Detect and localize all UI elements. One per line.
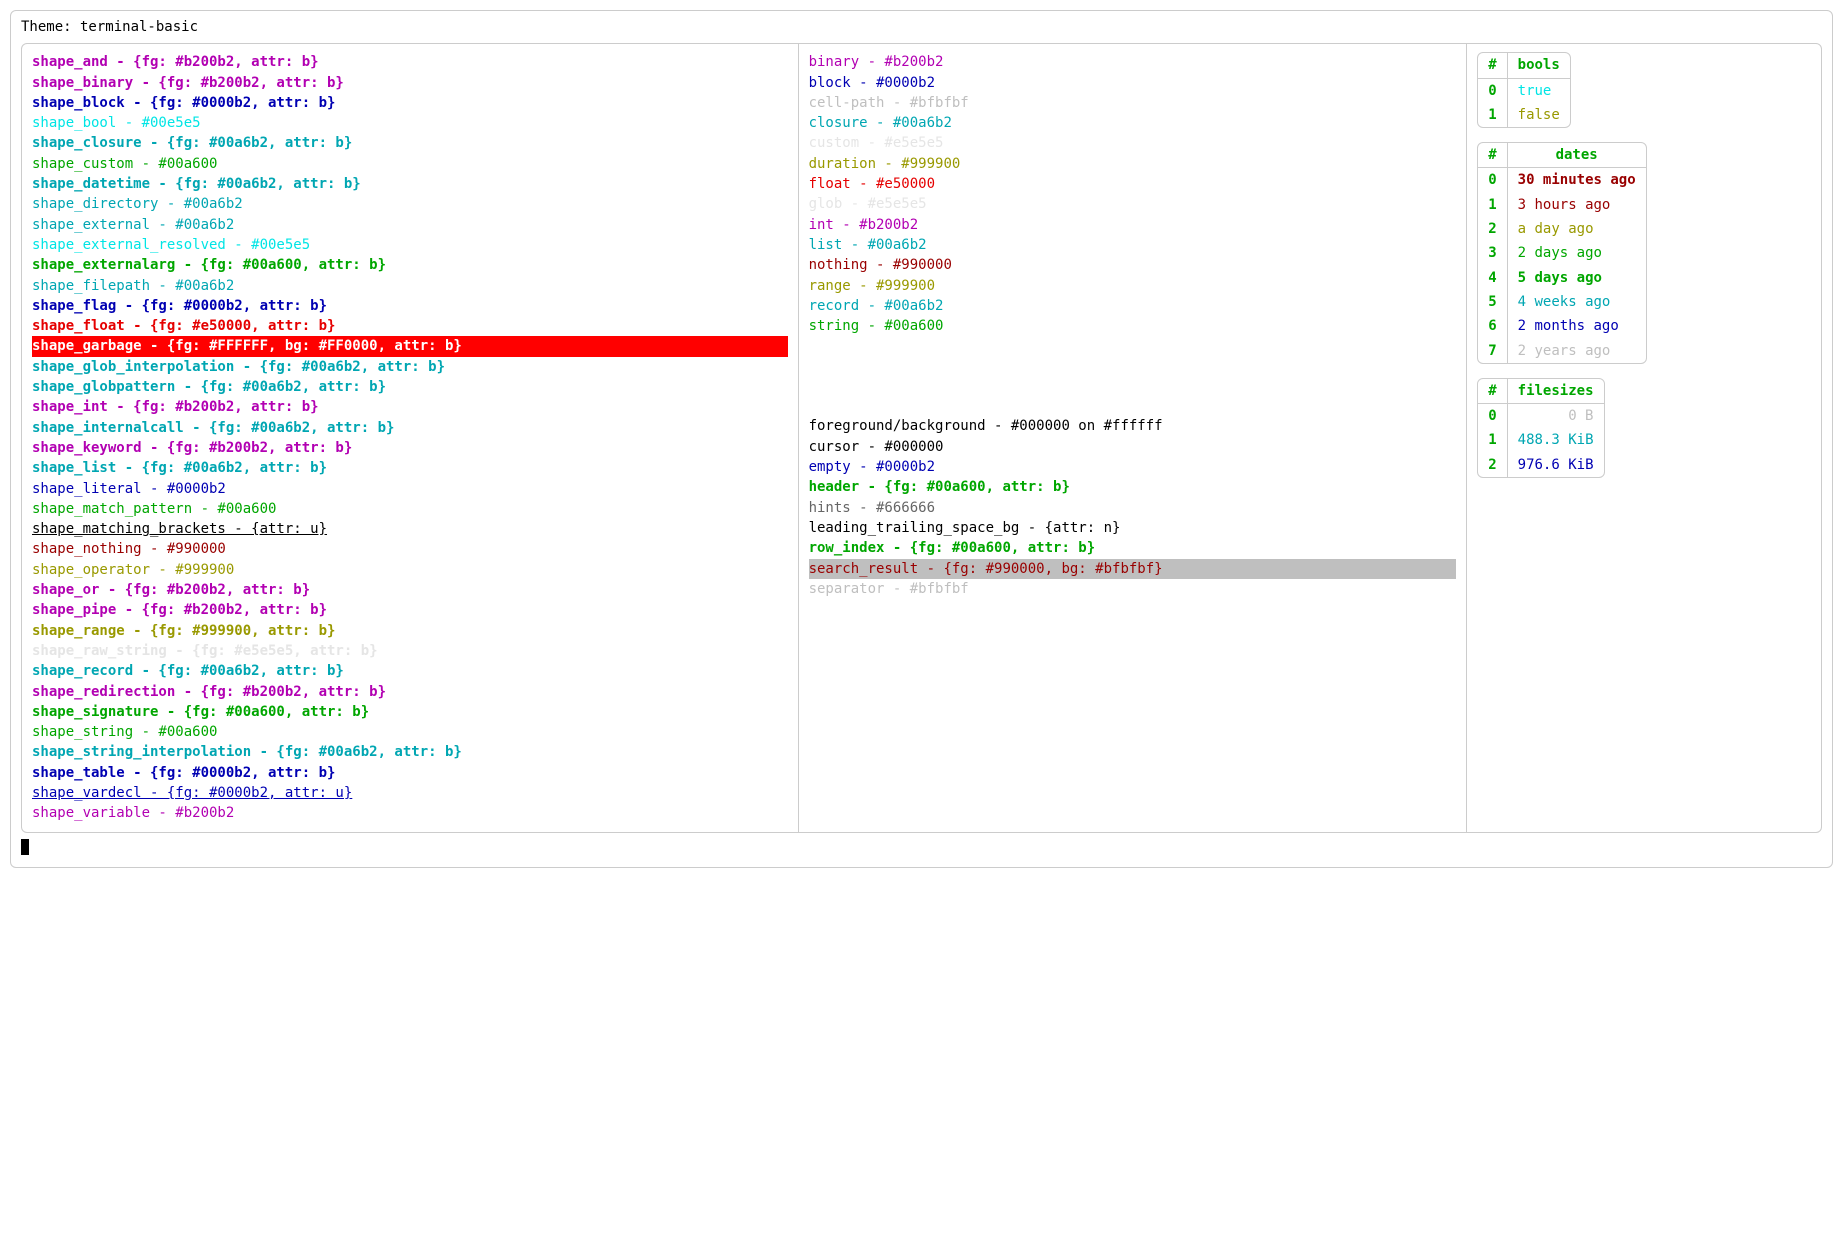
bools-row: 0true	[1478, 79, 1570, 103]
shape-row-shape_directory: shape_directory - #00a6b2	[32, 194, 788, 214]
filesizes-row: 00 B	[1478, 404, 1603, 428]
panels: shape_and - {fg: #b200b2, attr: b}shape_…	[21, 43, 1822, 832]
shape-row-shape_variable: shape_variable - #b200b2	[32, 803, 788, 823]
type-row-cell-path: cell-path - #bfbfbf	[809, 93, 1457, 113]
shape-row-shape_external_resolved: shape_external_resolved - #00e5e5	[32, 235, 788, 255]
shape-row-shape_float: shape_float - {fg: #e50000, attr: b}	[32, 316, 788, 336]
type-row-record: record - #00a6b2	[809, 296, 1457, 316]
shape-row-shape_match_pattern: shape_match_pattern - #00a600	[32, 499, 788, 519]
shape-row-shape_external: shape_external - #00a6b2	[32, 215, 788, 235]
misc-row-search_result: search_result - {fg: #990000, bg: #bfbfb…	[809, 559, 1457, 579]
type-row-int: int - #b200b2	[809, 215, 1457, 235]
type-row-nothing: nothing - #990000	[809, 255, 1457, 275]
bools-row: 1false	[1478, 103, 1570, 127]
bools-header-label: bools	[1508, 53, 1570, 78]
dates-row: 030 minutes ago	[1478, 168, 1645, 192]
dates-row: 45 days ago	[1478, 266, 1645, 290]
tables-column: #bools0true1false #dates030 minutes ago1…	[1467, 44, 1821, 831]
shape-row-shape_or: shape_or - {fg: #b200b2, attr: b}	[32, 580, 788, 600]
filesizes-table: #filesizes00 B1488.3 KiB2976.6 KiB	[1477, 378, 1604, 478]
theme-title: Theme: terminal-basic	[21, 17, 1822, 37]
shape-row-shape_int: shape_int - {fg: #b200b2, attr: b}	[32, 397, 788, 417]
misc-row-cursor: cursor - #000000	[809, 437, 1457, 457]
shape-row-shape_pipe: shape_pipe - {fg: #b200b2, attr: b}	[32, 600, 788, 620]
shape-row-shape_range: shape_range - {fg: #999900, attr: b}	[32, 621, 788, 641]
misc-row-separator: separator - #bfbfbf	[809, 579, 1457, 599]
misc-row-empty: empty - #0000b2	[809, 457, 1457, 477]
shape-row-shape_string: shape_string - #00a600	[32, 722, 788, 742]
shape-row-shape_internalcall: shape_internalcall - {fg: #00a6b2, attr:…	[32, 418, 788, 438]
filesizes-header-label: filesizes	[1508, 379, 1604, 404]
shape-row-shape_signature: shape_signature - {fg: #00a600, attr: b}	[32, 702, 788, 722]
type-row-binary: binary - #b200b2	[809, 52, 1457, 72]
shape-row-shape_and: shape_and - {fg: #b200b2, attr: b}	[32, 52, 788, 72]
shapes-column: shape_and - {fg: #b200b2, attr: b}shape_…	[22, 44, 799, 831]
shape-row-shape_globpattern: shape_globpattern - {fg: #00a6b2, attr: …	[32, 377, 788, 397]
type-row-list: list - #00a6b2	[809, 235, 1457, 255]
shape-row-shape_block: shape_block - {fg: #0000b2, attr: b}	[32, 93, 788, 113]
dates-header-label: dates	[1508, 143, 1646, 168]
shape-row-shape_datetime: shape_datetime - {fg: #00a6b2, attr: b}	[32, 174, 788, 194]
types-column: binary - #b200b2block - #0000b2cell-path…	[799, 44, 1468, 831]
shape-row-shape_raw_string: shape_raw_string - {fg: #e5e5e5, attr: b…	[32, 641, 788, 661]
filesizes-header-index: #	[1478, 379, 1507, 404]
shape-row-shape_glob_interpolation: shape_glob_interpolation - {fg: #00a6b2,…	[32, 357, 788, 377]
misc-row-foreground/background: foreground/background - #000000 on #ffff…	[809, 416, 1457, 436]
cursor-block	[21, 839, 29, 855]
shape-row-shape_literal: shape_literal - #0000b2	[32, 479, 788, 499]
shape-row-shape_matching_brackets: shape_matching_brackets - {attr: u}	[32, 519, 788, 539]
dates-row: 54 weeks ago	[1478, 290, 1645, 314]
type-row-duration: duration - #999900	[809, 154, 1457, 174]
shape-row-shape_filepath: shape_filepath - #00a6b2	[32, 276, 788, 296]
type-row-range: range - #999900	[809, 276, 1457, 296]
type-row-float: float - #e50000	[809, 174, 1457, 194]
type-row-custom: custom - #e5e5e5	[809, 133, 1457, 153]
shape-row-shape_flag: shape_flag - {fg: #0000b2, attr: b}	[32, 296, 788, 316]
dates-row: 13 hours ago	[1478, 193, 1645, 217]
shape-row-shape_operator: shape_operator - #999900	[32, 560, 788, 580]
dates-row: 32 days ago	[1478, 241, 1645, 265]
theme-preview: Theme: terminal-basic shape_and - {fg: #…	[10, 10, 1833, 868]
type-row-closure: closure - #00a6b2	[809, 113, 1457, 133]
shape-row-shape_table: shape_table - {fg: #0000b2, attr: b}	[32, 763, 788, 783]
filesizes-row: 1488.3 KiB	[1478, 428, 1603, 452]
shape-row-shape_vardecl: shape_vardecl - {fg: #0000b2, attr: u}	[32, 783, 788, 803]
filesizes-row: 2976.6 KiB	[1478, 453, 1603, 477]
bools-header-index: #	[1478, 53, 1507, 78]
type-row-string: string - #00a600	[809, 316, 1457, 336]
shape-row-shape_string_interpolation: shape_string_interpolation - {fg: #00a6b…	[32, 742, 788, 762]
shape-row-shape_bool: shape_bool - #00e5e5	[32, 113, 788, 133]
type-row-glob: glob - #e5e5e5	[809, 194, 1457, 214]
shape-row-shape_redirection: shape_redirection - {fg: #b200b2, attr: …	[32, 682, 788, 702]
misc-row-hints: hints - #666666	[809, 498, 1457, 518]
shape-row-shape_record: shape_record - {fg: #00a6b2, attr: b}	[32, 661, 788, 681]
dates-table: #dates030 minutes ago13 hours ago2a day …	[1477, 142, 1646, 364]
misc-row-row_index: row_index - {fg: #00a600, attr: b}	[809, 538, 1457, 558]
dates-header-index: #	[1478, 143, 1507, 168]
bools-table: #bools0true1false	[1477, 52, 1571, 128]
shape-row-shape_externalarg: shape_externalarg - {fg: #00a600, attr: …	[32, 255, 788, 275]
dates-row: 2a day ago	[1478, 217, 1645, 241]
shape-row-shape_closure: shape_closure - {fg: #00a6b2, attr: b}	[32, 133, 788, 153]
shape-row-shape_binary: shape_binary - {fg: #b200b2, attr: b}	[32, 73, 788, 93]
shape-row-shape_nothing: shape_nothing - #990000	[32, 539, 788, 559]
type-row-block: block - #0000b2	[809, 73, 1457, 93]
shape-row-shape_custom: shape_custom - #00a600	[32, 154, 788, 174]
misc-row-header: header - {fg: #00a600, attr: b}	[809, 477, 1457, 497]
shape-row-shape_keyword: shape_keyword - {fg: #b200b2, attr: b}	[32, 438, 788, 458]
dates-row: 72 years ago	[1478, 339, 1645, 363]
misc-row-leading_trailing_space_bg: leading_trailing_space_bg - {attr: n}	[809, 518, 1457, 538]
shape-row-shape_list: shape_list - {fg: #00a6b2, attr: b}	[32, 458, 788, 478]
dates-row: 62 months ago	[1478, 314, 1645, 338]
shape-row-shape_garbage: shape_garbage - {fg: #FFFFFF, bg: #FF000…	[32, 336, 788, 356]
